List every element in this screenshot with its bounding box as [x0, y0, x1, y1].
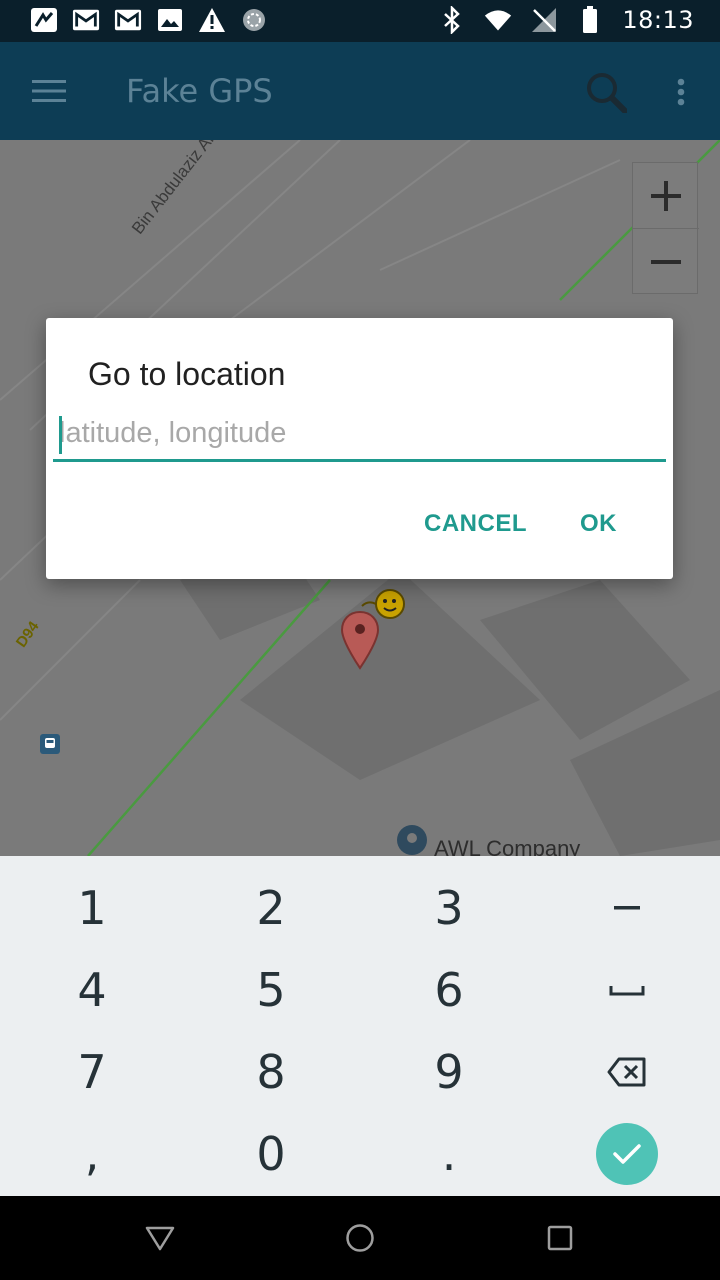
bluetooth-icon	[438, 6, 466, 34]
ok-button[interactable]: OK	[580, 510, 617, 538]
search-icon[interactable]	[580, 68, 632, 116]
key-4[interactable]: 4	[17, 950, 167, 1030]
key-minus[interactable]	[552, 868, 702, 948]
numeric-keyboard: 1 2 3 4 5 6 7 8 9 , 0 .	[0, 856, 720, 1196]
zoom-out-button[interactable]	[633, 229, 699, 295]
warning-icon	[198, 6, 226, 34]
app-bar: Fake GPS	[0, 42, 720, 140]
wifi-icon	[484, 6, 512, 34]
bus-stop-icon[interactable]	[40, 734, 60, 754]
app-title: Fake GPS	[126, 72, 273, 110]
poi-label: AWL Company	[434, 836, 581, 856]
backspace-icon[interactable]	[552, 1032, 702, 1112]
back-icon[interactable]	[138, 1216, 182, 1260]
status-left-icons	[30, 6, 268, 34]
status-bar: 18:13	[0, 0, 720, 42]
zoom-control	[632, 162, 699, 295]
key-0[interactable]: 0	[196, 1114, 346, 1194]
coordinates-input[interactable]	[53, 412, 666, 462]
key-7[interactable]: 7	[17, 1032, 167, 1112]
text-caret	[59, 416, 62, 454]
image-icon	[156, 6, 184, 34]
dialog-title: Go to location	[88, 356, 286, 392]
status-right-icons: 18:13	[438, 6, 694, 34]
key-2[interactable]: 2	[196, 868, 346, 948]
space-key-icon[interactable]	[552, 950, 702, 1030]
cancel-button[interactable]: CANCEL	[424, 510, 527, 538]
no-signal-icon	[530, 6, 558, 34]
enter-key[interactable]	[552, 1114, 702, 1194]
poi-pin-icon[interactable]	[396, 824, 428, 856]
smiley-icon	[360, 586, 412, 626]
checkmark-icon	[596, 1123, 658, 1185]
key-comma[interactable]: ,	[17, 1114, 167, 1194]
key-1[interactable]: 1	[17, 868, 167, 948]
zoom-in-button[interactable]	[633, 163, 699, 229]
recent-apps-icon[interactable]	[538, 1216, 582, 1260]
battery-icon	[576, 6, 604, 34]
key-period[interactable]: .	[374, 1114, 524, 1194]
key-6[interactable]: 6	[374, 950, 524, 1030]
key-5[interactable]: 5	[196, 950, 346, 1030]
status-time: 18:13	[622, 6, 694, 34]
key-9[interactable]: 9	[374, 1032, 524, 1112]
coordinates-field-wrapper	[53, 412, 666, 464]
more-options-icon[interactable]	[662, 68, 700, 116]
go-to-location-dialog: Go to location CANCEL OK	[46, 318, 673, 579]
app-notification-icon	[30, 6, 58, 34]
sync-icon	[240, 6, 268, 34]
gmail-icon	[114, 6, 142, 34]
key-3[interactable]: 3	[374, 868, 524, 948]
navigation-bar	[0, 1196, 720, 1280]
home-icon[interactable]	[338, 1216, 382, 1260]
gmail-icon	[72, 6, 100, 34]
hamburger-menu-icon[interactable]	[26, 70, 72, 112]
key-8[interactable]: 8	[196, 1032, 346, 1112]
